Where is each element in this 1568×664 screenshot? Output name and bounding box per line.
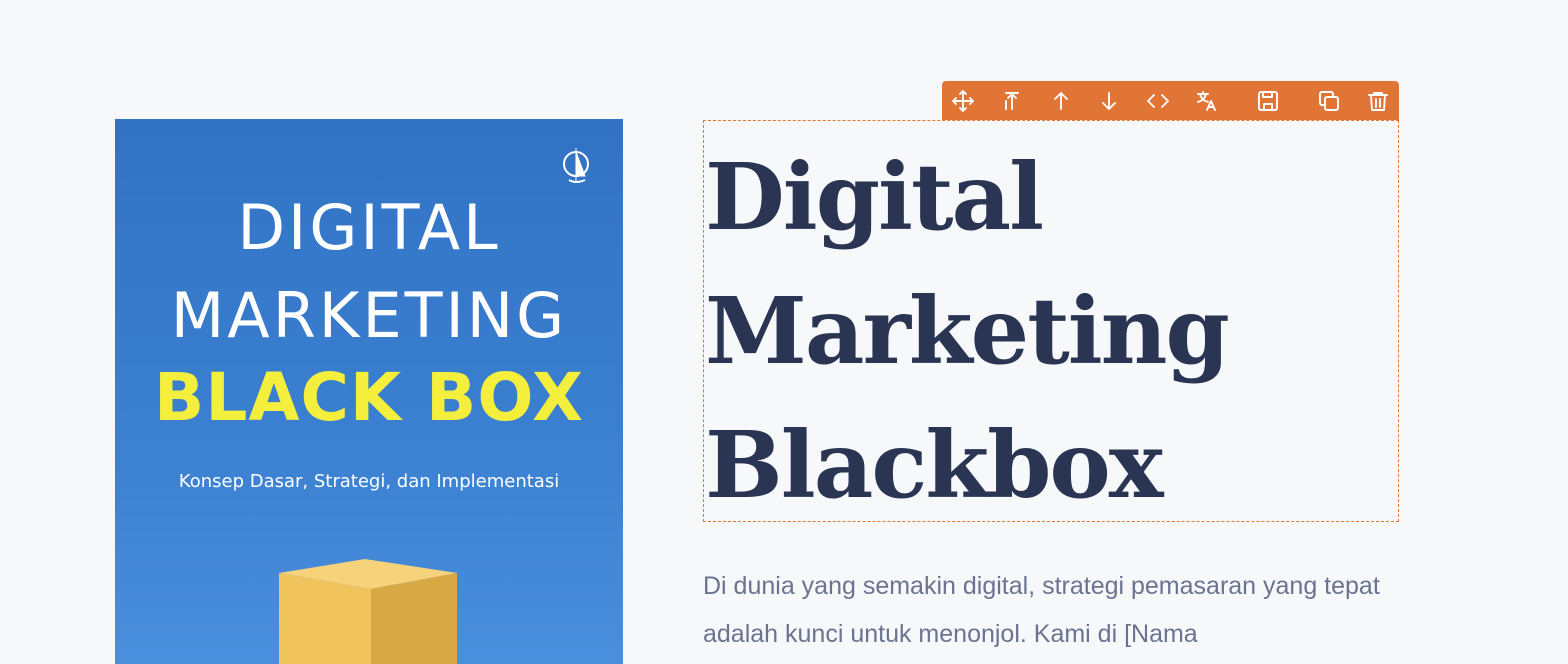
delete-button[interactable] xyxy=(1365,88,1391,114)
move-up-icon xyxy=(1054,92,1068,110)
edit-code-button[interactable] xyxy=(1145,88,1171,114)
duplicate-button[interactable] xyxy=(1316,88,1342,114)
move-button[interactable] xyxy=(950,88,976,114)
move-down-button[interactable] xyxy=(1096,88,1122,114)
element-editor-toolbar xyxy=(942,81,1399,120)
black-box-illustration xyxy=(279,559,457,664)
select-parent-button[interactable] xyxy=(999,88,1025,114)
duplicate-icon xyxy=(1319,91,1339,111)
page-title-line-1: Digital xyxy=(705,143,1044,251)
page-title-line-2: Marketing xyxy=(705,277,1230,385)
save-button[interactable] xyxy=(1255,88,1281,114)
cover-title-line-3: BLACK BOX xyxy=(154,359,584,436)
cover-title-line-1: DIGITAL xyxy=(237,191,501,264)
book-cover-image: DIGITAL MARKETING BLACK BOX Konsep Dasar… xyxy=(115,119,623,664)
move-icon xyxy=(952,90,974,112)
move-down-icon xyxy=(1102,92,1116,110)
delete-icon xyxy=(1368,92,1388,111)
translate-icon xyxy=(1197,91,1216,111)
cover-subtitle: Konsep Dasar, Strategi, dan Implementasi xyxy=(178,471,560,492)
translate-button[interactable] xyxy=(1194,88,1220,114)
publisher-logo-icon xyxy=(563,148,589,183)
cover-title-line-2: MARKETING xyxy=(170,279,568,352)
save-icon xyxy=(1258,91,1278,111)
page-title[interactable]: Digital Marketing Blackbox xyxy=(705,130,1395,532)
move-up-button[interactable] xyxy=(1048,88,1074,114)
select-parent-icon xyxy=(1005,92,1019,110)
page-title-line-3: Blackbox xyxy=(705,411,1164,519)
code-icon xyxy=(1147,94,1169,108)
intro-paragraph[interactable]: Di dunia yang semakin digital, strategi … xyxy=(703,562,1383,658)
